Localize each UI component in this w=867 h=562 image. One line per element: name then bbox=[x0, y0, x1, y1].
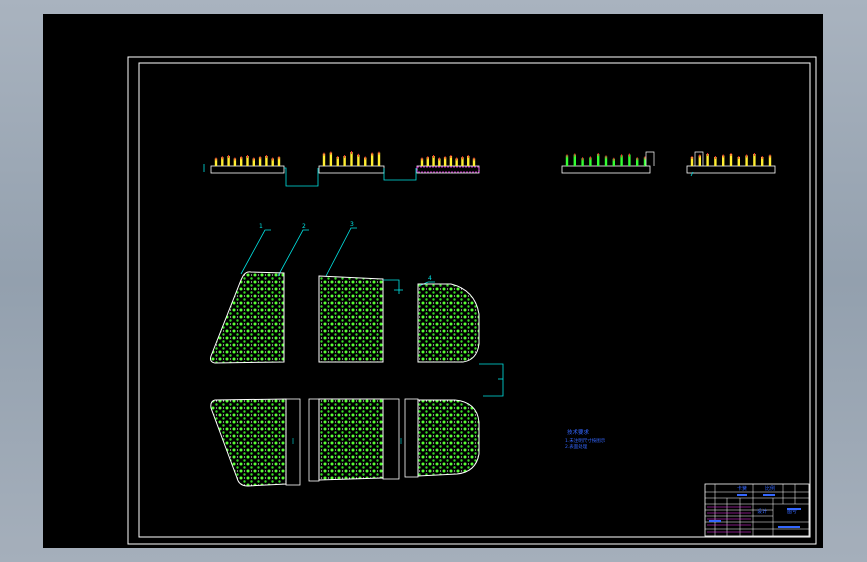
pin-strip-5 bbox=[686, 151, 776, 174]
pin-strip-3 bbox=[416, 155, 480, 174]
title-label-d: 设计 bbox=[757, 508, 767, 515]
title-label-a: 卡簧 bbox=[737, 485, 747, 492]
panel-row-lower bbox=[210, 398, 480, 487]
technical-notes: 技术要求 1.未注明尺寸按图示 2.表面处理 bbox=[565, 428, 606, 450]
panel-upper-2 bbox=[318, 275, 384, 363]
pin-strip-1 bbox=[210, 155, 285, 174]
callout-2: 2 bbox=[302, 223, 306, 230]
panel-lower-3 bbox=[417, 399, 480, 477]
callout-3: 3 bbox=[350, 221, 354, 228]
pin-strip-views bbox=[210, 151, 776, 174]
row-offset-dimension bbox=[479, 363, 504, 397]
callout-4: 4 bbox=[428, 275, 432, 282]
panel-lower-2 bbox=[318, 398, 384, 481]
pin-strip-4 bbox=[561, 151, 655, 174]
title-block: 卡簧 比例 图号 设计 bbox=[704, 483, 810, 537]
notes-line-2: 2.表面处理 bbox=[565, 443, 588, 450]
title-label-b: 比例 bbox=[765, 485, 775, 492]
panel-row-upper bbox=[210, 271, 480, 364]
panel-lower-1 bbox=[210, 398, 287, 487]
notes-line-1: 1.未注明尺寸按图示 bbox=[565, 437, 606, 444]
cad-viewport[interactable]: 1 2 3 4 技术要求 1.未注明尺寸按图示 2.表面处理 卡簧 比例 图号 … bbox=[43, 14, 823, 548]
callout-1: 1 bbox=[259, 223, 263, 230]
callout-labels: 1 2 3 4 bbox=[259, 221, 432, 282]
notes-heading: 技术要求 bbox=[567, 428, 590, 436]
pin-strip-2 bbox=[318, 151, 385, 174]
panel-upper-3 bbox=[417, 283, 480, 363]
panel-upper-1 bbox=[210, 271, 285, 364]
